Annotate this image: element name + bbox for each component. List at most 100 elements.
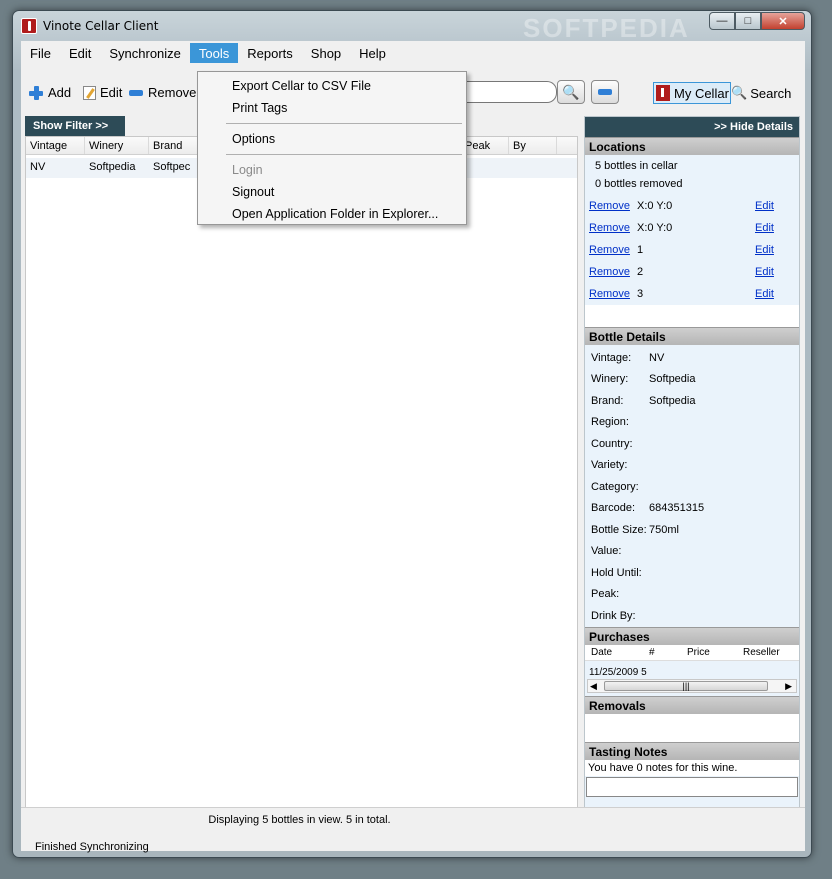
- location-value: 3: [637, 288, 644, 300]
- menu-item-open-folder[interactable]: Open Application Folder in Explorer...: [198, 204, 466, 226]
- edit-button[interactable]: Edit: [83, 85, 122, 100]
- purchase-col-qty[interactable]: #: [643, 647, 681, 658]
- remove-location-link[interactable]: Remove: [589, 200, 637, 212]
- locations-header: Locations: [585, 137, 799, 155]
- menu-bar: File Edit Synchronize Tools Reports Shop…: [21, 43, 395, 65]
- tasting-notes-input[interactable]: [586, 776, 798, 797]
- location-row: Remove 3 Edit: [585, 283, 799, 305]
- location-row: Remove 2 Edit: [585, 261, 799, 283]
- menu-shop[interactable]: Shop: [302, 43, 350, 63]
- menu-item-export-csv[interactable]: Export Cellar to CSV File: [198, 76, 466, 98]
- bottle-detail-row: Value:: [585, 541, 799, 563]
- wine-table: Vintage Winery Brand Peak By NV Softpedi…: [25, 136, 578, 808]
- purchase-qty: 5: [641, 666, 647, 678]
- purchase-col-reseller[interactable]: Reseller: [737, 647, 797, 658]
- detail-value: NV: [649, 351, 665, 364]
- bottles-in-cellar: 5 bottles in cellar: [595, 160, 678, 172]
- scroll-left-arrow-icon[interactable]: ◀: [590, 681, 597, 692]
- detail-label: Vintage:: [591, 351, 632, 364]
- bottle-detail-row: Drink By:: [585, 605, 799, 627]
- tasting-notes-count: You have 0 notes for this wine.: [585, 759, 799, 776]
- menu-item-options[interactable]: Options: [198, 129, 466, 151]
- menu-reports[interactable]: Reports: [238, 43, 302, 63]
- purchases-scrollbar[interactable]: ◀ ||| ▶: [587, 678, 797, 693]
- menu-item-login: Login: [232, 163, 263, 177]
- purchases-columns: Date # Price Reseller: [585, 644, 799, 661]
- detail-label: Category:: [591, 480, 639, 493]
- detail-label: Variety:: [591, 459, 628, 472]
- show-filter-button[interactable]: Show Filter >>: [25, 116, 125, 136]
- title-bar[interactable]: Vinote Cellar Client SOFTPEDIA — □ ✕: [13, 11, 811, 43]
- bottle-detail-row: Bottle Size: 750ml: [585, 519, 799, 541]
- menu-help[interactable]: Help: [350, 43, 395, 63]
- purchase-col-date[interactable]: Date: [585, 647, 643, 658]
- edit-location-link[interactable]: Edit: [755, 200, 774, 212]
- menu-synchronize[interactable]: Synchronize: [100, 43, 190, 63]
- detail-value: Softpedia: [649, 373, 696, 386]
- tasting-notes-header: Tasting Notes: [585, 741, 799, 760]
- detail-value: 684351315: [649, 502, 705, 515]
- clear-search-button[interactable]: [591, 80, 619, 104]
- minimize-button[interactable]: —: [709, 12, 735, 30]
- edit-location-link[interactable]: Edit: [755, 266, 774, 278]
- bottles-removed: 0 bottles removed: [595, 178, 683, 190]
- location-row: Remove X:0 Y:0 Edit: [585, 217, 799, 239]
- bottle-detail-row: Winery: Softpedia: [585, 369, 799, 391]
- detail-label: Value:: [591, 545, 622, 558]
- search-input[interactable]: [461, 81, 557, 103]
- column-by[interactable]: By: [509, 137, 557, 154]
- bottle-detail-row: Category:: [585, 476, 799, 498]
- scrollbar-thumb[interactable]: |||: [604, 680, 768, 691]
- window-title: Vinote Cellar Client: [43, 19, 159, 33]
- menu-tools[interactable]: Tools: [189, 43, 239, 63]
- bottle-detail-row: Variety:: [585, 455, 799, 477]
- menu-file[interactable]: File: [21, 43, 60, 63]
- purchases-header: Purchases: [585, 626, 799, 645]
- maximize-button[interactable]: □: [735, 12, 761, 30]
- column-winery[interactable]: Winery: [85, 137, 149, 154]
- purchase-col-price[interactable]: Price: [681, 647, 737, 658]
- minus-icon: [598, 89, 612, 95]
- close-button[interactable]: ✕: [761, 12, 805, 30]
- search-tab[interactable]: 🔍 Search: [731, 85, 791, 101]
- menu-edit[interactable]: Edit: [60, 43, 100, 63]
- removals-header: Removals: [585, 695, 799, 714]
- bottle-detail-row: Vintage: NV: [585, 347, 799, 369]
- hide-details-button[interactable]: >> Hide Details: [585, 117, 799, 137]
- detail-label: Hold Until:: [591, 566, 642, 579]
- purchase-row[interactable]: 11/25/2009 5: [585, 661, 799, 679]
- edit-label: Edit: [100, 85, 123, 100]
- edit-location-link[interactable]: Edit: [755, 222, 774, 234]
- edit-location-link[interactable]: Edit: [755, 244, 774, 256]
- minus-icon: [129, 89, 143, 96]
- remove-location-link[interactable]: Remove: [589, 222, 637, 234]
- remove-location-link[interactable]: Remove: [589, 266, 637, 278]
- detail-label: Barcode:: [591, 502, 636, 515]
- magnifier-icon: 🔍: [562, 83, 580, 100]
- edit-location-link[interactable]: Edit: [755, 288, 774, 300]
- purchase-date: 11/25/2009: [589, 666, 639, 678]
- bottle-details-header: Bottle Details: [585, 327, 799, 345]
- bottle-detail-row: Brand: Softpedia: [585, 390, 799, 412]
- add-button[interactable]: Add: [29, 85, 71, 100]
- my-cellar-label: My Cellar: [674, 85, 729, 101]
- my-cellar-tab[interactable]: My Cellar: [653, 82, 731, 104]
- menu-item-print-tags[interactable]: Print Tags: [198, 98, 466, 120]
- detail-label: Peak:: [591, 588, 620, 601]
- scroll-right-arrow-icon[interactable]: ▶: [785, 681, 792, 692]
- detail-label: Region:: [591, 416, 629, 429]
- column-vintage[interactable]: Vintage: [26, 137, 85, 154]
- client-area: File Edit Synchronize Tools Reports Shop…: [21, 41, 805, 853]
- bottle-count-status: Displaying 5 bottles in view. 5 in total…: [208, 814, 391, 826]
- bottle-detail-row: Peak:: [585, 584, 799, 606]
- remove-location-link[interactable]: Remove: [589, 288, 637, 300]
- bottle-detail-row: Barcode: 684351315: [585, 498, 799, 520]
- location-value: 1: [637, 244, 644, 256]
- bottle-detail-row: Hold Until:: [585, 562, 799, 584]
- remove-location-link[interactable]: Remove: [589, 244, 637, 256]
- menu-item-signout[interactable]: Signout: [198, 182, 466, 204]
- column-peak[interactable]: Peak: [461, 137, 509, 154]
- remove-button[interactable]: Remove: [129, 85, 196, 100]
- search-button[interactable]: 🔍: [557, 80, 585, 104]
- detail-label: Brand:: [591, 394, 624, 407]
